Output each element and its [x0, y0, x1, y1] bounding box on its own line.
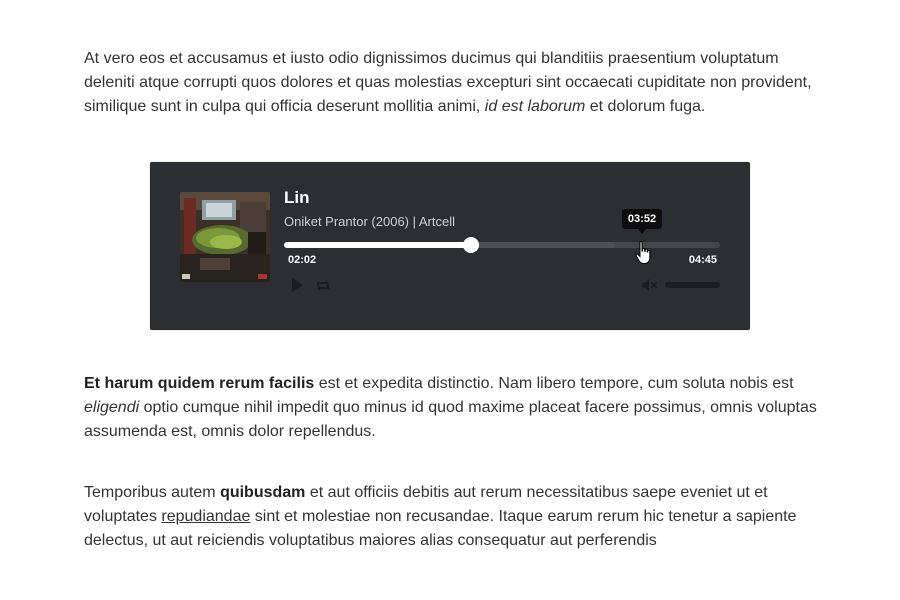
seek-bar[interactable] [284, 237, 720, 253]
paragraph-bold-text: quibusdam [220, 484, 306, 501]
album-cover-image [180, 192, 270, 282]
repeat-button[interactable] [314, 277, 332, 293]
audio-player: Lin Oniket Prantor (2006) | Artcell 03:5… [150, 162, 750, 330]
paragraph-text: est et expedita distinctio. Nam libero t… [314, 375, 794, 392]
play-button[interactable] [288, 276, 306, 294]
seek-tooltip: 03:52 [622, 209, 662, 234]
paragraph-bold-text: Et harum quidem rerum facilis [84, 375, 315, 392]
duration-time: 04:45 [688, 254, 717, 266]
paragraph-italic-text: id est laborum [484, 98, 586, 115]
paragraph-third: Temporibus autem quibusdam et aut offici… [84, 481, 829, 553]
paragraph-text: optio cumque nihil impedit quo minus id … [84, 399, 817, 440]
track-meta: Oniket Prantor (2006) | Artcell [284, 214, 456, 229]
album-cover-art [180, 192, 270, 282]
hand-pointer-icon [634, 240, 654, 266]
track-title: Lin [284, 188, 310, 207]
volume-mute-icon [642, 279, 658, 291]
volume-slider[interactable] [665, 282, 720, 288]
paragraph-text: et dolorum fuga. [585, 98, 706, 115]
seek-handle[interactable] [462, 237, 479, 253]
repeat-icon [317, 280, 329, 291]
seek-progress [284, 242, 471, 248]
underlined-link-text[interactable]: repudiandae [161, 508, 250, 525]
paragraph-second: Et harum quidem rerum facilis est et exp… [84, 372, 829, 444]
paragraph-text: Temporibus autem [84, 484, 221, 501]
paragraph-italic-text: eligendi [84, 399, 140, 416]
mute-button[interactable] [640, 277, 660, 293]
play-icon [292, 278, 303, 292]
paragraph-intro: At vero eos et accusamus et iusto odio d… [84, 47, 829, 119]
current-time: 02:02 [288, 254, 317, 266]
